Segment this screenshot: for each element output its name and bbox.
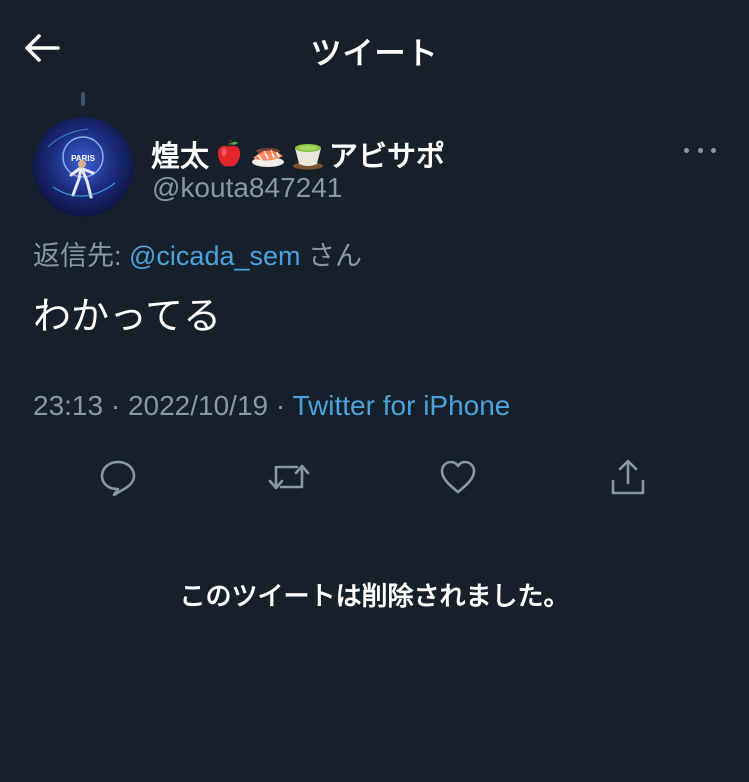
reply-button[interactable] (93, 452, 143, 502)
avatar-image: PARIS (33, 117, 133, 217)
page-title: ツイート (310, 36, 439, 71)
reply-to-label: 返信先: (33, 241, 130, 271)
more-dot-icon (697, 147, 703, 153)
display-name-suffix: アビサポ (329, 141, 446, 173)
tweet-metadata: 23:13 · 2022/10/19 · Twitter for iPhone (33, 390, 510, 422)
tweet-date: 2022/10/19 (127, 390, 269, 421)
like-button[interactable] (433, 452, 483, 502)
tweet-text: わかってる (33, 296, 222, 338)
share-icon (611, 459, 645, 495)
apple-emoji-icon (217, 139, 241, 167)
reply-to-line: 返信先: @cicada_sem さん (33, 234, 362, 273)
more-dot-icon (711, 147, 716, 153)
tweet-time: 23:13 (33, 390, 104, 421)
retweet-button[interactable] (264, 452, 314, 502)
meta-separator: · (103, 390, 128, 421)
display-name-text: 煌太 (151, 141, 210, 173)
reply-icon (100, 460, 136, 497)
avatar[interactable]: PARIS (33, 117, 133, 217)
tweet-detail-screen: ツイート PARIS 煌太 アビサポ @kouta847241 返信先: @ci… (0, 0, 749, 782)
more-options-button[interactable] (684, 140, 716, 160)
display-name[interactable]: 煌太 アビサポ (151, 133, 445, 175)
user-handle[interactable]: @kouta847241 (152, 172, 342, 204)
share-button[interactable] (603, 452, 653, 502)
more-dot-icon (684, 147, 689, 153)
tea-emoji-icon (293, 144, 324, 170)
retweet-icon (268, 464, 310, 490)
reply-to-mention-link[interactable]: @cicada_sem (129, 241, 300, 271)
thread-connector-line (81, 92, 85, 106)
heart-icon (440, 460, 476, 494)
header: ツイート (0, 0, 749, 96)
display-name-emojis (213, 138, 325, 170)
tweet-actions-bar (0, 452, 749, 502)
reply-to-suffix: さん (300, 241, 363, 271)
meta-separator: · (268, 390, 293, 421)
deleted-tweet-notice: このツイートは削除されました。 (179, 581, 570, 611)
tweet-source-link[interactable]: Twitter for iPhone (293, 390, 511, 421)
sushi-emoji-icon (252, 148, 285, 167)
